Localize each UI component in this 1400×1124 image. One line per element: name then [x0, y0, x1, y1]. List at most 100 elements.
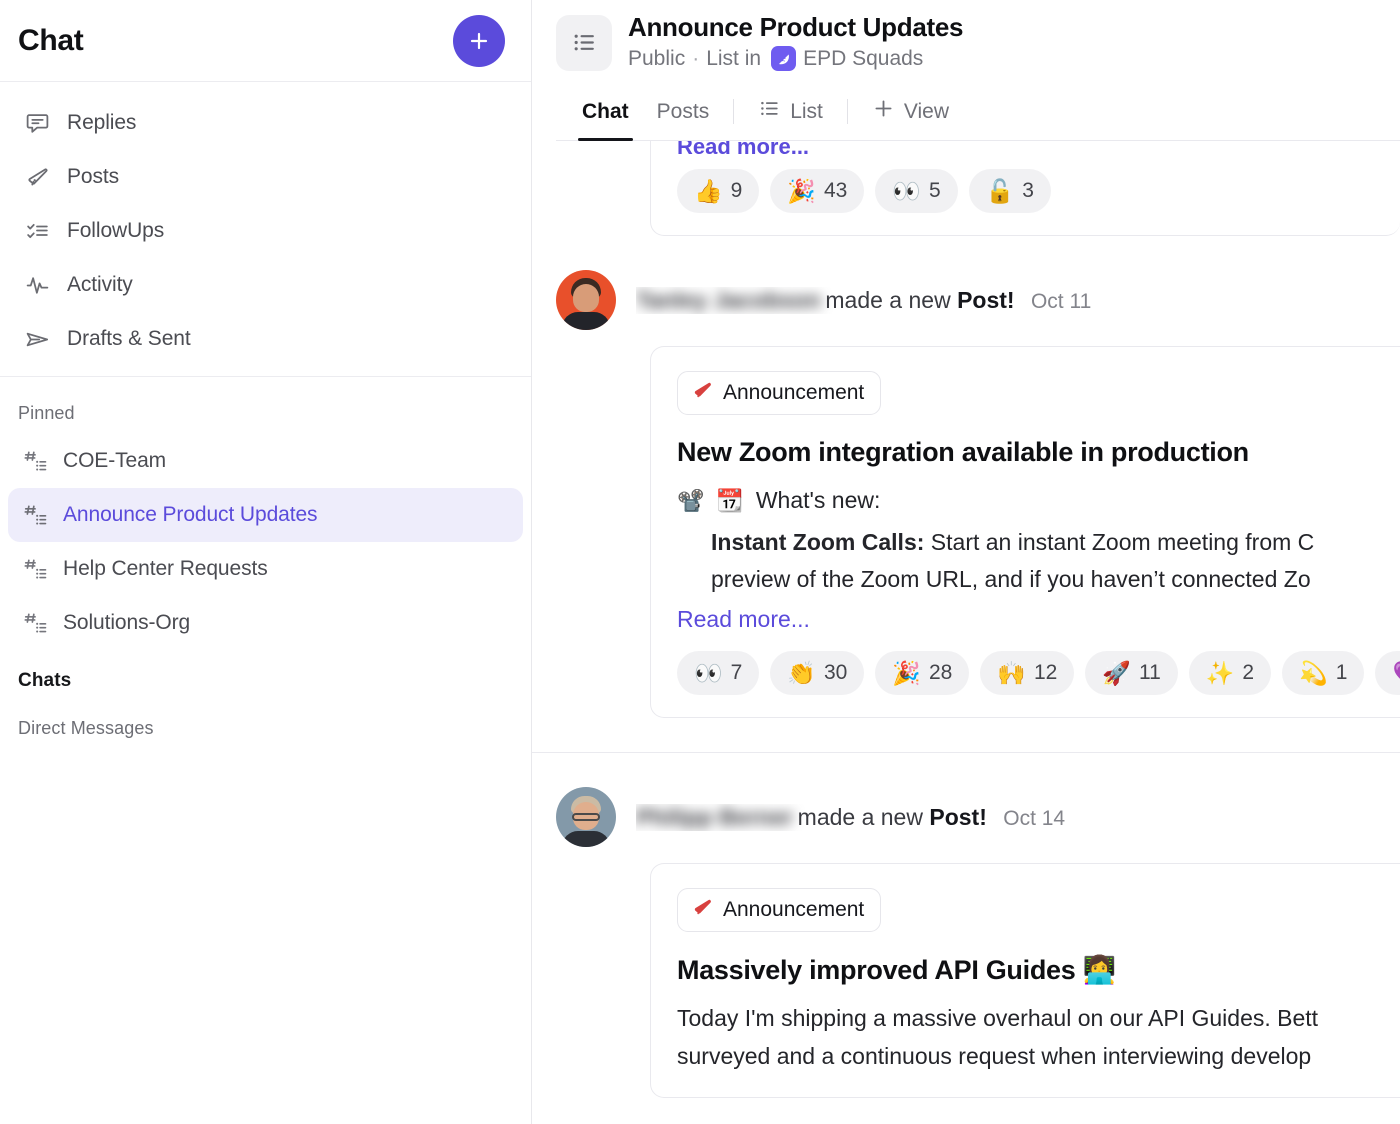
post-item: Tanley Jacobson made a new Post! Oct 11	[532, 236, 1400, 752]
channel-header: Announce Product Updates Public · List i…	[532, 0, 1400, 142]
read-more-link[interactable]: Read more...	[677, 141, 1374, 157]
clipped-post-card: Read more... 👍 9 🎉 43 👀 5 🔓 3	[650, 141, 1400, 237]
channel-header-top: Announce Product Updates Public · List i…	[556, 12, 1400, 73]
reaction-rocket[interactable]: 🚀 11	[1085, 651, 1178, 696]
activity-pulse-icon	[24, 272, 50, 298]
sidebar-item-followups[interactable]: FollowUps	[8, 204, 523, 258]
tab-list[interactable]: List	[744, 91, 837, 140]
reaction-count: 28	[928, 661, 953, 685]
sparkles-icon: ✨	[1205, 659, 1235, 686]
reaction-eyes[interactable]: 👀 7	[677, 651, 760, 696]
post-body-line: surveyed and a continuous request when i…	[677, 1042, 1312, 1069]
rocket-icon: 🚀	[1102, 659, 1131, 686]
sidebar-item-help-center-requests[interactable]: Help Center Requests	[8, 542, 523, 596]
reaction-count: 11	[1138, 661, 1161, 685]
reaction-party-popper[interactable]: 🎉 43	[770, 169, 865, 214]
read-more-link[interactable]: Read more...	[677, 606, 810, 633]
eyes-icon: 👀	[892, 177, 921, 204]
paper-plane-icon	[24, 326, 50, 352]
sidebar-item-coe-team[interactable]: COE-Team	[8, 434, 523, 488]
channel-tabs: Chat Posts List View	[556, 91, 1400, 142]
channel-subtitle: Public · List in EPD Squads	[628, 45, 963, 73]
sidebar-item-activity[interactable]: Activity	[8, 258, 523, 312]
post-action-text: made a new Post!	[825, 287, 1021, 313]
subtitle-separator: ·	[692, 46, 700, 70]
reaction-thumbs-up[interactable]: 👍 9	[677, 169, 760, 214]
sidebar-item-label: COE-Team	[63, 449, 167, 472]
avatar[interactable]	[556, 270, 616, 331]
reaction-bar: 👍 9 🎉 43 👀 5 🔓 3	[677, 169, 1374, 214]
post-header: Tanley Jacobson made a new Post! Oct 11	[532, 270, 1400, 331]
channel-titles: Announce Product Updates Public · List i…	[628, 12, 963, 73]
reaction-dizzy[interactable]: 💫 1	[1282, 651, 1365, 696]
post-header: Philipp Berner made a new Post! Oct 14	[532, 787, 1400, 848]
tab-label: Posts	[656, 99, 710, 123]
sidebar-pinned-section: Pinned COE-Team Announce Product Updates…	[0, 377, 531, 749]
list-item: Instant Zoom Calls: Start an instant Zoo…	[711, 524, 1374, 561]
checklist-icon	[24, 218, 50, 244]
action-prefix: made a new	[825, 286, 951, 313]
avatar[interactable]	[556, 787, 616, 848]
action-type: Post!	[957, 286, 1015, 313]
bullet-text: Start an instant Zoom meeting from C	[930, 528, 1315, 555]
list-hash-icon	[22, 448, 48, 474]
status-badge-label: Announcement	[723, 381, 865, 405]
reaction-raising-hands[interactable]: 🙌 12	[980, 651, 1075, 696]
action-type: Post!	[929, 803, 987, 830]
party-popper-icon: 🎉	[787, 177, 816, 204]
list-hash-icon	[22, 502, 48, 528]
new-chat-button[interactable]	[453, 14, 505, 67]
reaction-count: 2	[1242, 661, 1255, 685]
post-feed[interactable]: Read more... 👍 9 🎉 43 👀 5 🔓 3 Tanley Jac…	[532, 141, 1400, 1124]
reaction-sparkles[interactable]: ✨ 2	[1188, 651, 1272, 696]
reaction-purple-heart[interactable]: 💜 5	[1375, 651, 1400, 696]
post-author-name[interactable]: Philipp Berner	[636, 804, 793, 830]
reaction-count: 43	[823, 179, 848, 203]
reaction-count: 1	[1335, 661, 1348, 685]
sidebar-item-posts[interactable]: Posts	[8, 150, 523, 204]
post-action-text: made a new Post!	[798, 804, 994, 830]
sidebar-item-solutions-org[interactable]: Solutions-Org	[8, 596, 523, 650]
tab-label: Chat	[582, 99, 629, 123]
bullet-lead: Instant Zoom Calls:	[711, 528, 925, 555]
page-title: Announce Product Updates	[628, 12, 964, 42]
app-root: Chat Replies Posts FollowUps Activity Dr…	[0, 0, 1400, 1124]
main-panel: Announce Product Updates Public · List i…	[532, 0, 1400, 1124]
whats-new-line: 📽️ 📆 What's new:	[677, 482, 1374, 519]
list-icon	[758, 97, 781, 126]
post-author-name[interactable]: Tanley Jacobson	[636, 287, 821, 313]
sidebar-item-drafts-and-sent[interactable]: Drafts & Sent	[8, 312, 523, 366]
chats-caption[interactable]: Chats	[0, 650, 531, 698]
sidebar-item-label: Replies	[67, 111, 137, 134]
tab-add-view[interactable]: View	[858, 91, 963, 140]
eyes-icon: 👀	[694, 659, 723, 686]
status-badge[interactable]: Announcement	[677, 371, 882, 416]
tab-posts[interactable]: Posts	[643, 91, 724, 140]
sidebar-item-label: Drafts & Sent	[67, 327, 191, 350]
reaction-count: 3	[1022, 179, 1034, 203]
tab-chat[interactable]: Chat	[568, 91, 643, 142]
sidebar-item-label: Posts	[67, 165, 120, 188]
reaction-count: 12	[1033, 661, 1058, 685]
thumbs-up-icon: 👍	[694, 177, 723, 204]
sidebar-item-label: Solutions-Org	[63, 611, 191, 634]
list-view-icon[interactable]	[556, 14, 612, 71]
post-card: Announcement New Zoom integration availa…	[650, 346, 1400, 719]
reaction-clapping-hands[interactable]: 👏 30	[770, 651, 865, 696]
status-badge[interactable]: Announcement	[677, 888, 882, 933]
reaction-party-popper[interactable]: 🎉 28	[875, 651, 970, 696]
calendar-icon: 📆	[716, 488, 744, 514]
reaction-unlocked-lock[interactable]: 🔓 3	[968, 169, 1051, 214]
megaphone-icon	[24, 164, 50, 190]
direct-messages-caption[interactable]: Direct Messages	[0, 698, 531, 749]
sidebar-item-announce-product-updates[interactable]: Announce Product Updates	[8, 488, 523, 542]
whats-new-label: What's new:	[755, 487, 881, 514]
plus-icon	[470, 32, 488, 49]
sidebar-item-replies[interactable]: Replies	[8, 96, 523, 150]
workspace-label[interactable]: EPD Squads	[803, 45, 923, 73]
action-prefix: made a new	[797, 803, 923, 830]
sidebar-header: Chat	[0, 0, 531, 82]
epd-squads-logo-icon	[771, 46, 797, 72]
reaction-eyes[interactable]: 👀 5	[875, 169, 958, 214]
unlocked-lock-icon: 🔓	[985, 177, 1015, 204]
